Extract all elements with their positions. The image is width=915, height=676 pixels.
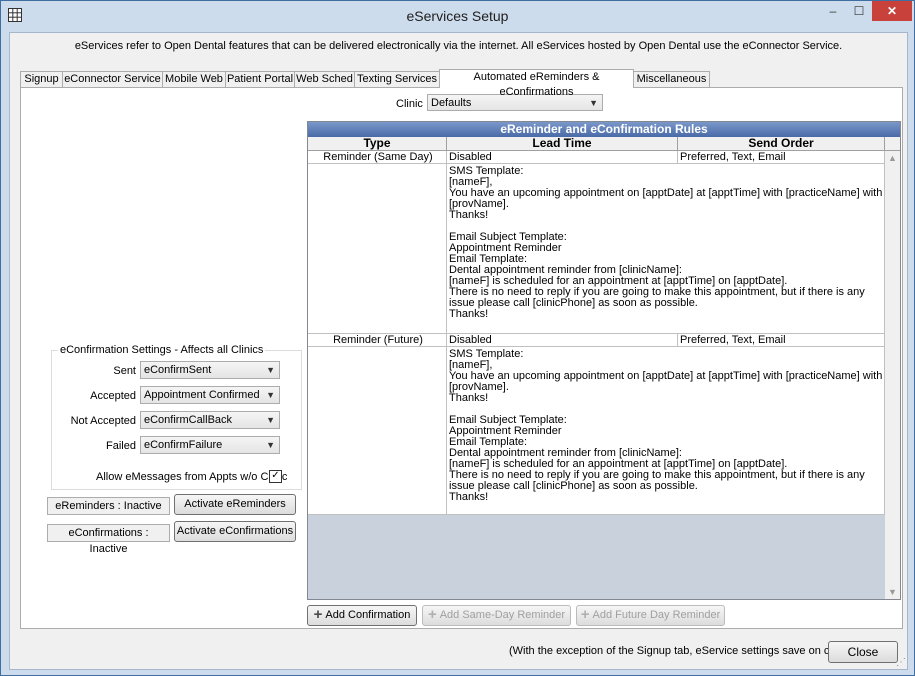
ereminders-status: eReminders : Inactive: [47, 497, 170, 515]
sent-select[interactable]: eConfirmSent ▼: [140, 361, 280, 379]
cell-note: SMS Template: [nameF], You have an upcom…: [447, 164, 885, 334]
minimize-button[interactable]: –: [821, 1, 845, 21]
allow-emessages-label: Allow eMessages from Appts w/o Clinic: [96, 471, 288, 483]
tab-automated-ereminders[interactable]: Automated eReminders & eConfirmations: [439, 69, 634, 98]
chevron-down-icon: ▼: [266, 365, 275, 375]
tab-mobile-web[interactable]: Mobile Web: [162, 71, 226, 87]
table-row[interactable]: Reminder (Future) Disabled Preferred, Te…: [308, 334, 885, 347]
cell-lead-time: Disabled: [447, 151, 678, 164]
intro-text: eServices refer to Open Dental features …: [74, 40, 843, 52]
cell-type: Reminder (Future): [308, 334, 447, 347]
sent-select-value: eConfirmSent: [144, 364, 212, 376]
activate-ereminders-button[interactable]: Activate eReminders: [174, 494, 296, 515]
grid-title: eReminder and eConfirmation Rules: [308, 122, 900, 137]
cell-note: SMS Template: [nameF], You have an upcom…: [447, 347, 885, 515]
vertical-scrollbar[interactable]: ▲ ▼: [885, 151, 900, 599]
chevron-down-icon: ▼: [589, 98, 598, 108]
window-title: eServices Setup: [406, 8, 509, 24]
note-spacer: [308, 347, 447, 515]
activate-econfirmations-button[interactable]: Activate eConfirmations: [174, 521, 296, 542]
add-same-day-reminder-button[interactable]: + Add Same-Day Reminder: [422, 605, 571, 626]
window: eServices Setup – ☐ ✕ eServices refer to…: [0, 0, 915, 676]
header-lead-time[interactable]: Lead Time: [447, 137, 678, 150]
failed-label: Failed: [106, 440, 136, 452]
note-spacer: [308, 164, 447, 334]
tab-patient-portal[interactable]: Patient Portal: [225, 71, 295, 87]
clinic-select-value: Defaults: [431, 97, 472, 109]
allow-emessages-checkbox[interactable]: ✓: [269, 470, 282, 483]
chevron-down-icon: ▼: [266, 440, 275, 450]
client-area: eServices refer to Open Dental features …: [9, 32, 908, 670]
maximize-button[interactable]: ☐: [847, 1, 871, 21]
close-button[interactable]: Close: [828, 641, 898, 663]
tab-panel: Clinic Defaults ▼ eReminder and eConfirm…: [20, 87, 903, 629]
tab-miscellaneous[interactable]: Miscellaneous: [633, 71, 710, 87]
econfirmation-settings-group: eConfirmation Settings - Affects all Cli…: [51, 344, 302, 490]
failed-select-value: eConfirmFailure: [144, 439, 223, 451]
accepted-select[interactable]: Appointment Confirmed ▼: [140, 386, 280, 404]
header-type[interactable]: Type: [308, 137, 447, 150]
chevron-down-icon: ▼: [266, 415, 275, 425]
add-future-day-reminder-button[interactable]: + Add Future Day Reminder: [576, 605, 725, 626]
add-confirmation-label: Add Confirmation: [325, 609, 411, 621]
header-send-order[interactable]: Send Order: [678, 137, 885, 150]
accepted-label: Accepted: [90, 390, 136, 402]
sent-label: Sent: [113, 365, 136, 377]
not-accepted-select-value: eConfirmCallBack: [144, 414, 233, 426]
accepted-select-value: Appointment Confirmed: [144, 389, 260, 401]
tab-texting-services[interactable]: Texting Services: [354, 71, 440, 87]
scroll-up-icon[interactable]: ▲: [888, 153, 897, 163]
plus-icon: +: [580, 606, 590, 623]
group-legend: eConfirmation Settings - Affects all Cli…: [58, 344, 266, 356]
tab-signup[interactable]: Signup: [20, 71, 63, 87]
tab-econnector-service[interactable]: eConnector Service: [62, 71, 163, 87]
tab-web-sched[interactable]: Web Sched: [294, 71, 355, 87]
table-row[interactable]: Reminder (Same Day) Disabled Preferred, …: [308, 151, 885, 164]
cell-type: Reminder (Same Day): [308, 151, 447, 164]
econfirmations-status: eConfirmations : Inactive: [47, 524, 170, 555]
close-window-button[interactable]: ✕: [872, 1, 912, 21]
table-row-note[interactable]: SMS Template: [nameF], You have an upcom…: [308, 164, 885, 334]
resize-grip-icon[interactable]: ⋰: [896, 657, 906, 668]
rules-grid[interactable]: eReminder and eConfirmation Rules Type L…: [307, 121, 901, 600]
chevron-down-icon: ▼: [266, 390, 275, 400]
cell-lead-time: Disabled: [447, 334, 678, 347]
add-future-label: Add Future Day Reminder: [592, 609, 721, 621]
grid-body: Reminder (Same Day) Disabled Preferred, …: [308, 151, 885, 599]
add-confirmation-button[interactable]: + Add Confirmation: [307, 605, 417, 626]
clinic-label: Clinic: [396, 98, 423, 110]
not-accepted-select[interactable]: eConfirmCallBack ▼: [140, 411, 280, 429]
plus-icon: +: [313, 606, 323, 623]
table-row-note[interactable]: SMS Template: [nameF], You have an upcom…: [308, 347, 885, 515]
title-bar[interactable]: eServices Setup – ☐ ✕: [1, 1, 914, 31]
cell-send-order: Preferred, Text, Email: [678, 334, 885, 347]
cell-send-order: Preferred, Text, Email: [678, 151, 885, 164]
save-note: (With the exception of the Signup tab, e…: [509, 645, 854, 657]
plus-icon: +: [427, 606, 437, 623]
grid-header: Type Lead Time Send Order: [308, 137, 900, 151]
failed-select[interactable]: eConfirmFailure ▼: [140, 436, 280, 454]
scroll-down-icon[interactable]: ▼: [888, 587, 897, 597]
add-same-day-label: Add Same-Day Reminder: [439, 609, 566, 621]
not-accepted-label: Not Accepted: [70, 415, 136, 427]
